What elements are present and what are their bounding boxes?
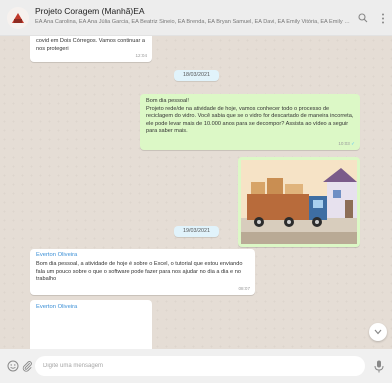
chat-header[interactable]: Projeto Coragem (Manhã)EA EA Ana Carolin…	[0, 0, 392, 36]
message-text: covid em Dois Córregos. Vamos continuar …	[36, 38, 146, 52]
scroll-down-button[interactable]	[369, 323, 387, 341]
group-logo	[7, 7, 29, 29]
message-time: 08:07	[238, 286, 251, 292]
attach-icon[interactable]	[20, 359, 34, 373]
chat-panel[interactable]: covid em Dois Córregos. Vamos continuar …	[0, 36, 392, 349]
message-incoming[interactable]: Everton Oliveira Bom dia pessoal, a ativ…	[30, 249, 255, 295]
message-time-text: 10:03	[338, 141, 350, 147]
message-time: 12:04	[135, 53, 148, 59]
message-input[interactable]	[35, 356, 365, 376]
message-greeting: Bom dia pessoal!	[146, 98, 189, 104]
mic-icon[interactable]	[372, 359, 386, 373]
video-thumbnail[interactable]	[241, 160, 357, 244]
sender-name[interactable]: Everton Oliveira	[36, 252, 77, 260]
message-outgoing[interactable]: Bom dia pessoal! Projeto rede/de na ativ…	[140, 94, 360, 150]
message-body: Projeto rede/de na atividade de hoje, va…	[146, 105, 354, 135]
date-separator: 19/03/2021	[174, 226, 219, 237]
message-time: 10:03 ✓	[338, 140, 355, 148]
date-separator: 18/03/2021	[174, 70, 219, 81]
sender-name[interactable]: Everton Oliveira	[36, 304, 77, 312]
group-members: EA Ana Carolina, EA Ana Júlia Garcia, EA…	[35, 19, 353, 25]
video-message[interactable]	[238, 157, 360, 247]
message-text: Bom dia pessoal! Projeto rede/de na ativ…	[146, 98, 354, 136]
menu-icon[interactable]	[376, 11, 390, 25]
message-text: Bom dia pessoal, a atividade de hoje é s…	[36, 261, 243, 283]
read-check-icon: ✓	[351, 141, 355, 147]
chevron-down-icon	[374, 329, 382, 335]
message-composer	[0, 349, 392, 383]
message-incoming[interactable]: covid em Dois Córregos. Vamos continuar …	[30, 36, 152, 62]
message-incoming[interactable]: Everton Oliveira	[30, 300, 152, 349]
group-avatar[interactable]	[7, 7, 29, 29]
search-icon[interactable]	[356, 11, 370, 25]
group-name: Projeto Coragem (Manhã)EA	[35, 6, 145, 16]
emoji-icon[interactable]	[6, 359, 20, 373]
